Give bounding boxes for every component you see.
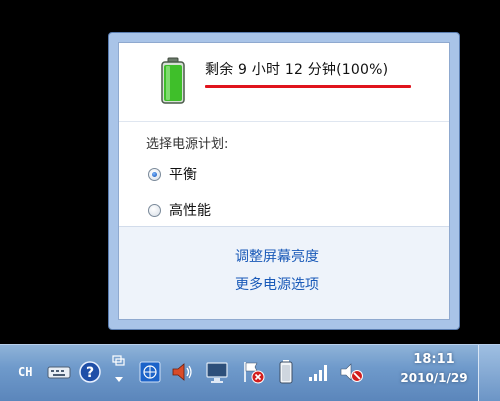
monitor-icon[interactable] bbox=[204, 359, 230, 385]
power-plan-label-high-performance: 高性能 bbox=[169, 203, 211, 219]
highlight-underline bbox=[205, 85, 411, 88]
speaker-icon[interactable] bbox=[170, 359, 194, 385]
adjust-brightness-link[interactable]: 调整屏幕亮度 bbox=[235, 246, 319, 266]
action-center-flag-icon[interactable] bbox=[240, 359, 266, 385]
clock-date: 2010/1/29 bbox=[400, 371, 468, 385]
flyout-links-section: 调整屏幕亮度 更多电源选项 bbox=[119, 226, 449, 319]
power-plan-balanced[interactable]: 平衡 bbox=[148, 164, 197, 184]
battery-remaining-text: 剩余 9 小时 12 分钟(100%) bbox=[205, 62, 389, 78]
radio-button-balanced[interactable] bbox=[148, 167, 161, 181]
expand-tray-icon[interactable] bbox=[110, 353, 128, 387]
radio-button-high-performance[interactable] bbox=[148, 203, 161, 217]
help-icon[interactable]: ? bbox=[78, 359, 102, 385]
battery-flyout: 剩余 9 小时 12 分钟(100%) 选择电源计划: 平衡 高性能 调整屏幕亮… bbox=[108, 32, 460, 330]
network-map-icon[interactable] bbox=[138, 359, 162, 385]
desktop-background: 剩余 9 小时 12 分钟(100%) 选择电源计划: 平衡 高性能 调整屏幕亮… bbox=[0, 0, 500, 401]
battery-icon[interactable] bbox=[276, 359, 296, 385]
power-plan-heading: 选择电源计划: bbox=[146, 137, 229, 152]
svg-text:?: ? bbox=[86, 365, 94, 381]
system-clock[interactable]: 18:11 2010/1/29 bbox=[400, 351, 468, 387]
flyout-panel: 剩余 9 小时 12 分钟(100%) 选择电源计划: 平衡 高性能 调整屏幕亮… bbox=[118, 42, 450, 320]
more-power-options-link[interactable]: 更多电源选项 bbox=[235, 274, 319, 294]
taskbar: CH ? 18:11 2010/1/29 bbox=[0, 344, 500, 401]
keyboard-icon[interactable] bbox=[46, 359, 72, 385]
signal-strength-icon[interactable] bbox=[306, 359, 330, 385]
language-indicator[interactable]: CH bbox=[18, 359, 32, 385]
battery-full-icon bbox=[161, 57, 185, 104]
battery-status-section: 剩余 9 小时 12 分钟(100%) bbox=[119, 43, 449, 122]
clock-time: 18:11 bbox=[413, 352, 455, 367]
show-desktop-button[interactable] bbox=[478, 345, 500, 401]
volume-muted-icon[interactable] bbox=[338, 359, 364, 385]
power-plan-label-balanced: 平衡 bbox=[169, 167, 197, 183]
power-plan-high-performance[interactable]: 高性能 bbox=[148, 200, 211, 220]
